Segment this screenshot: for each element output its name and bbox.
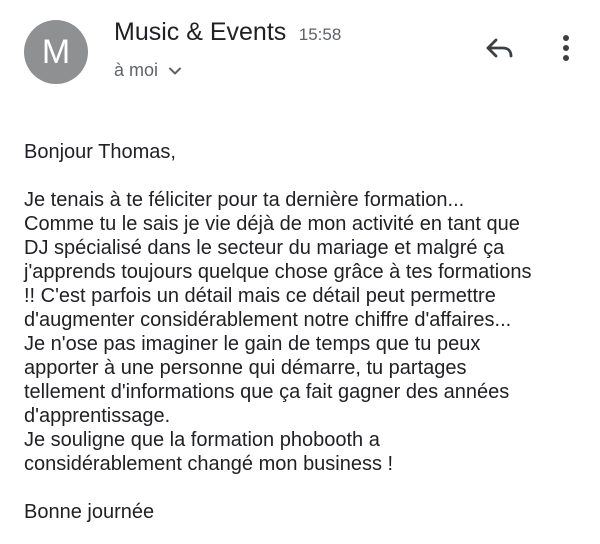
closing: Bonne journée [24, 501, 155, 523]
sender-name[interactable]: Music & Events [114, 18, 286, 46]
message-line: d'augmenter considérablement notre chiff… [24, 309, 512, 331]
message-line: considérablement changé mon business ! [24, 453, 394, 475]
message-line: Je tenais à te féliciter pour ta dernièr… [24, 189, 465, 211]
message-line: j'apprends toujours quelque chose grâce … [24, 261, 532, 283]
reply-icon [485, 37, 515, 64]
email-header: M Music & Events 15:58 à moi [0, 0, 600, 110]
message-line: d'apprentissage. [24, 405, 171, 427]
email-body: Bonjour Thomas, Je tenais à te féliciter… [24, 140, 584, 524]
message-line: Comme tu le sais je vie déjà de mon acti… [24, 213, 520, 235]
message-line: Je souligne que la formation phobooth a [24, 429, 380, 451]
message-line: tellement d'informations que ça fait gag… [24, 381, 510, 403]
more-options-button[interactable] [548, 30, 584, 70]
chevron-down-icon [168, 64, 182, 78]
avatar-letter: M [41, 33, 71, 71]
sender-line: Music & Events 15:58 [114, 18, 341, 47]
message-line: Je n'ose pas imaginer le gain de temps q… [24, 333, 481, 355]
recipient-text: à moi [114, 60, 159, 80]
message-line: apporter à une personne qui démarre, tu … [24, 357, 467, 379]
reply-button[interactable] [480, 30, 520, 70]
timestamp: 15:58 [298, 25, 342, 44]
message-line: !! C'est parfois un détail mais ce détai… [24, 285, 496, 307]
recipient-details-toggle[interactable]: à moi [114, 60, 182, 81]
more-vert-icon [561, 34, 571, 67]
avatar[interactable]: M [24, 20, 88, 84]
message-line: DJ spécialisé dans le secteur du mariage… [24, 237, 505, 259]
greeting: Bonjour Thomas, [24, 141, 176, 163]
